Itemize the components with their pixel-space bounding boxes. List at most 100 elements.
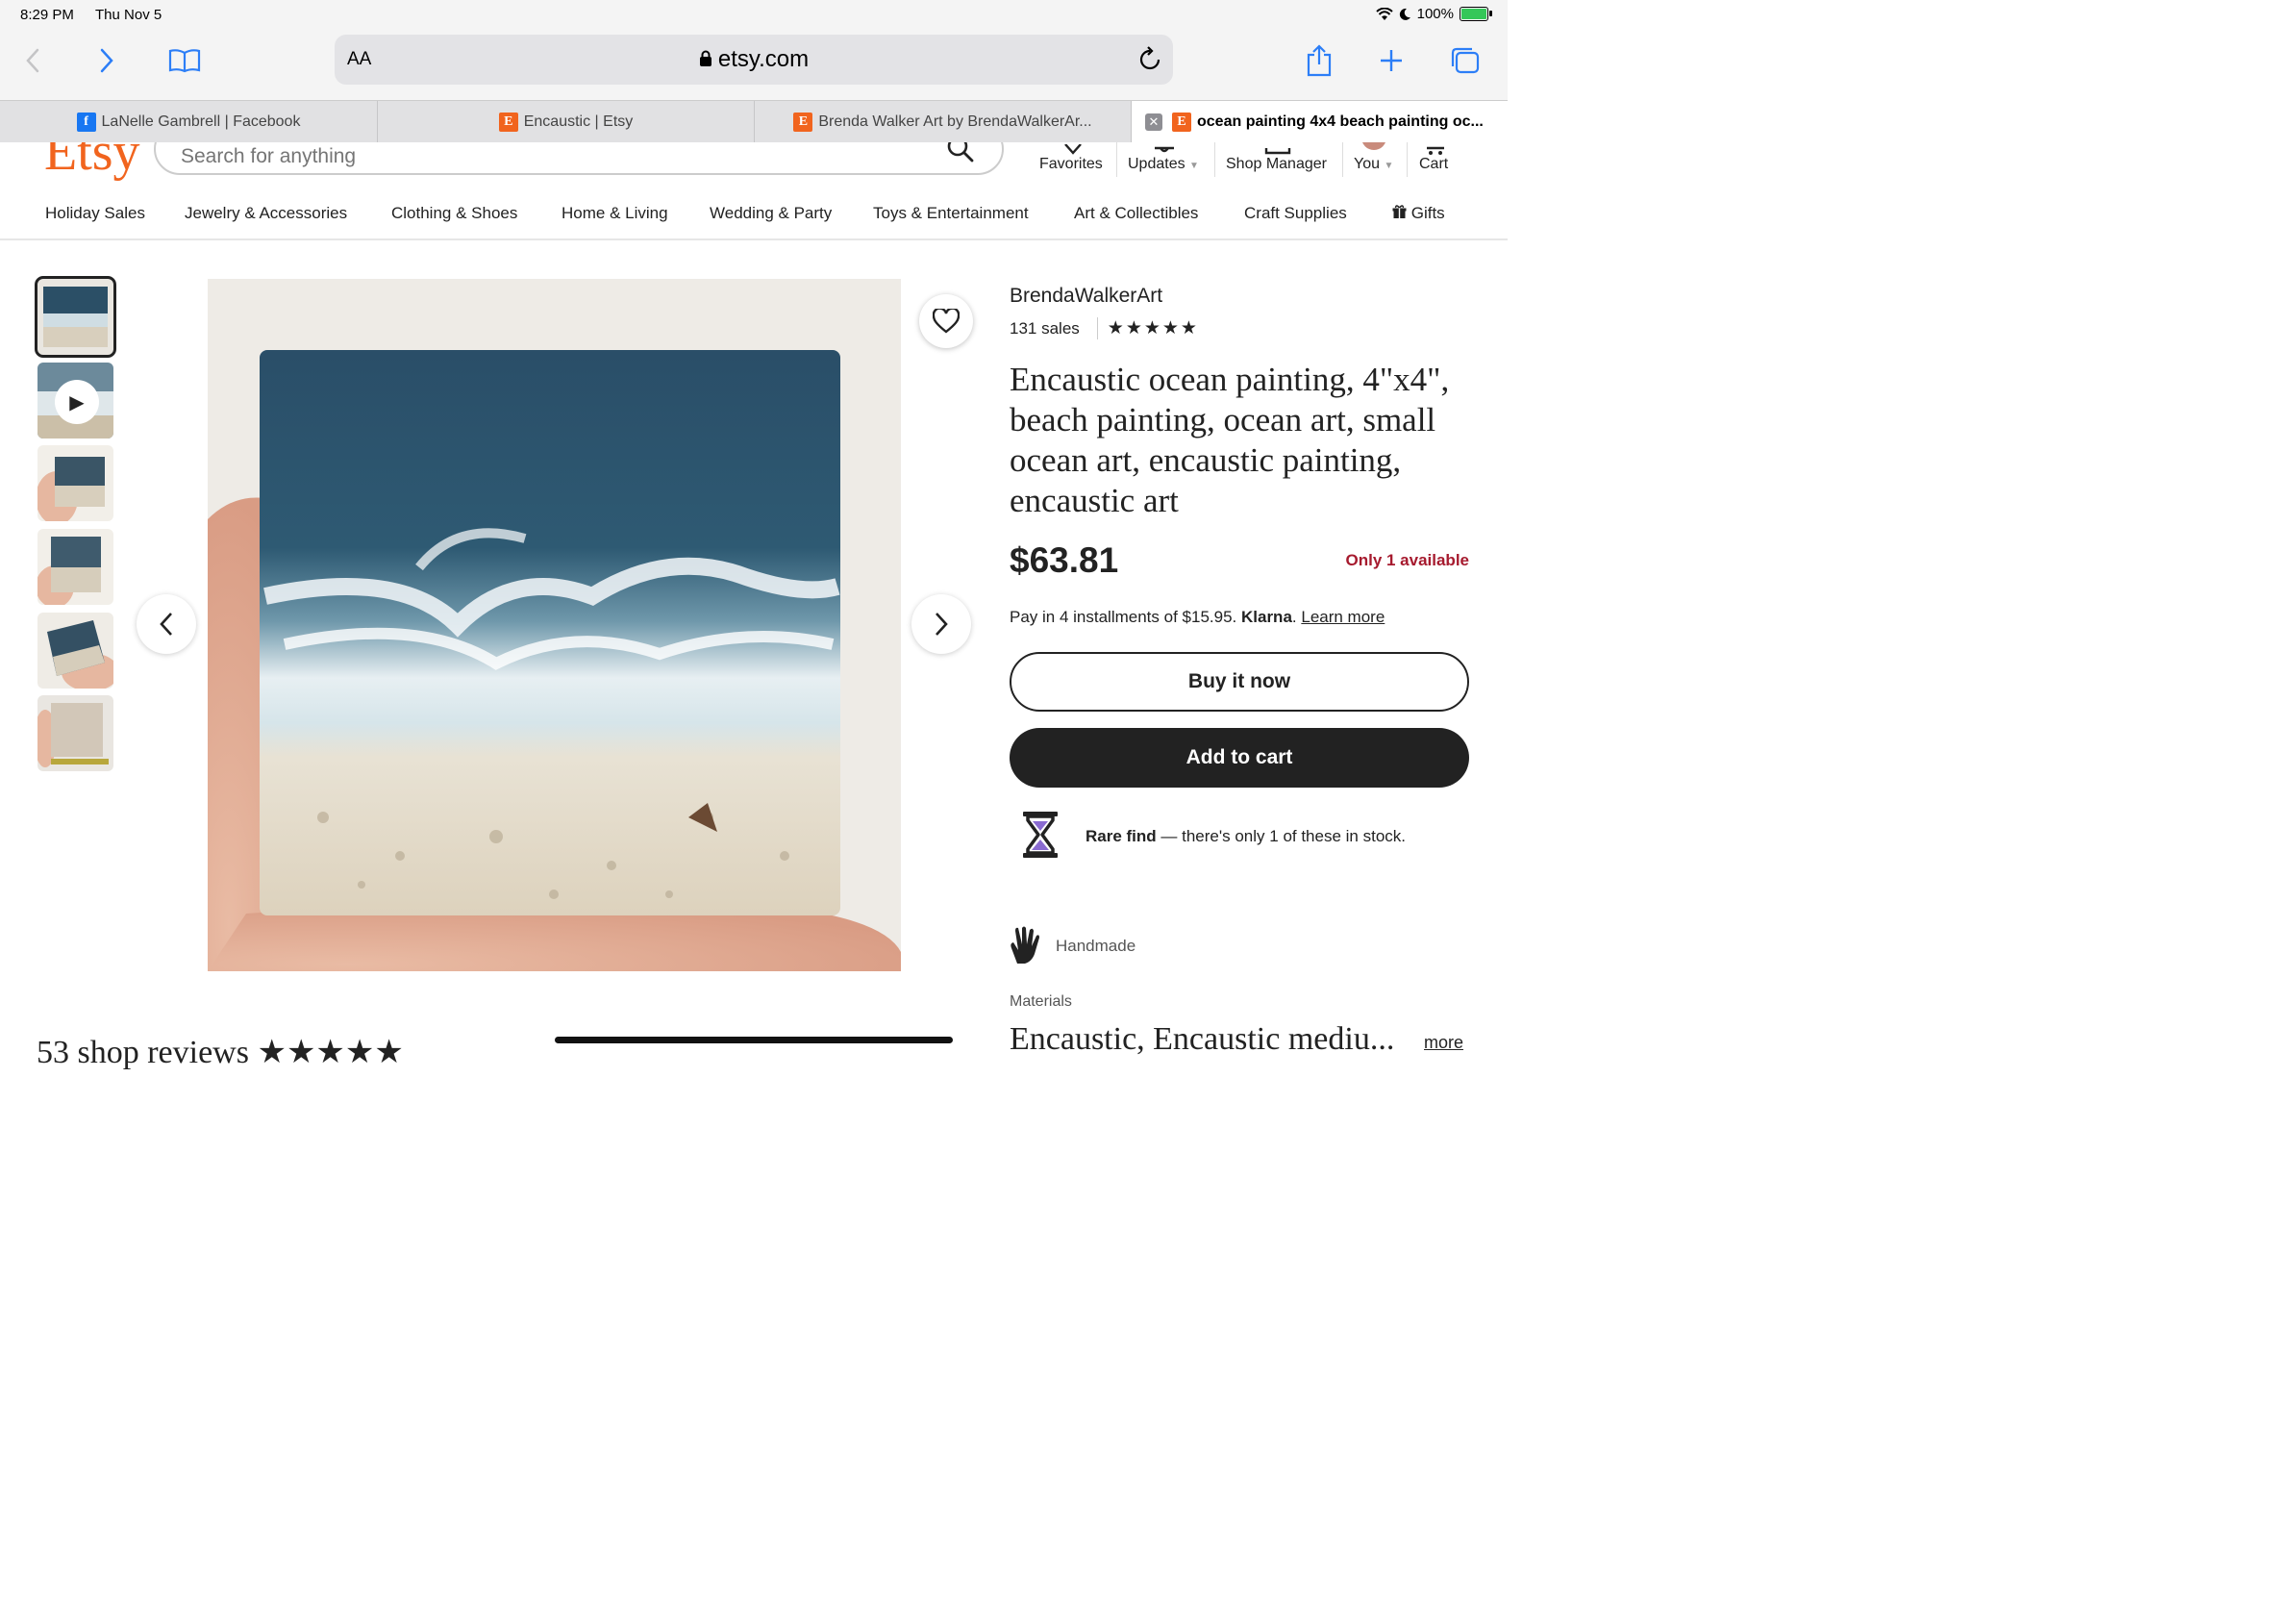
- share-button[interactable]: [1298, 42, 1340, 79]
- rare-find-text: — there's only 1 of these in stock.: [1156, 827, 1407, 845]
- share-icon: [1307, 44, 1332, 77]
- chevron-right-icon: [936, 613, 948, 636]
- reload-button[interactable]: [1138, 46, 1161, 77]
- battery-icon: [1460, 7, 1492, 21]
- home-indicator[interactable]: [555, 1037, 953, 1043]
- category-art-collectibles[interactable]: Art & Collectibles: [1074, 204, 1198, 223]
- product-main-image[interactable]: [208, 279, 901, 971]
- shop-icon: [1264, 148, 1291, 155]
- etsy-logo[interactable]: Etsy: [44, 142, 140, 183]
- cart-label: Cart: [1419, 156, 1449, 172]
- add-to-cart-button[interactable]: Add to cart: [1010, 728, 1469, 788]
- new-tab-button[interactable]: [1370, 42, 1412, 79]
- tabs-icon: [1451, 47, 1480, 74]
- cart-link[interactable]: Cart: [1419, 146, 1449, 173]
- you-menu[interactable]: You ▼: [1354, 142, 1394, 173]
- thumbnail-4[interactable]: [37, 529, 113, 605]
- rare-find-notice: Rare find — there's only 1 of these in s…: [1086, 827, 1406, 846]
- tab-facebook[interactable]: f LaNelle Gambrell | Facebook: [0, 101, 378, 142]
- status-time: 8:29 PM: [20, 7, 74, 23]
- thumbnail-6[interactable]: [37, 695, 113, 771]
- previous-image-button[interactable]: [137, 594, 196, 654]
- cart-icon: [1427, 146, 1444, 155]
- you-label: You: [1354, 156, 1380, 172]
- thumbnail-1[interactable]: [35, 276, 116, 358]
- category-home-living[interactable]: Home & Living: [562, 204, 668, 223]
- wifi-icon: [1375, 7, 1393, 20]
- plus-icon: [1381, 50, 1402, 71]
- installments-info: Pay in 4 installments of $15.95. Klarna.…: [1010, 608, 1385, 626]
- shop-reviews-heading: 53 shop reviews ★★★★★: [37, 1035, 404, 1070]
- materials-label: Materials: [1010, 993, 1072, 1010]
- search-button[interactable]: [946, 142, 975, 168]
- favorite-button[interactable]: [919, 294, 973, 348]
- nav-divider: [1407, 142, 1408, 177]
- chevron-left-icon: [26, 48, 39, 73]
- category-toys-entertainment[interactable]: Toys & Entertainment: [873, 204, 1029, 223]
- status-right: 100%: [1375, 6, 1492, 22]
- search-icon: [947, 142, 974, 163]
- next-image-button[interactable]: [911, 594, 971, 654]
- status-date: Thu Nov 5: [95, 7, 162, 23]
- browser-toolbar: AA etsy.com: [0, 29, 1508, 100]
- rating-stars[interactable]: ★★★★★: [1096, 317, 1199, 339]
- shop-manager-link[interactable]: Shop Manager: [1226, 148, 1327, 173]
- hand-icon: [1011, 926, 1039, 964]
- forward-button[interactable]: [86, 42, 128, 79]
- thumbnail-5[interactable]: [37, 613, 113, 689]
- buy-it-now-button[interactable]: Buy it now: [1010, 652, 1469, 712]
- rare-find-label: Rare find: [1086, 827, 1157, 845]
- tab-brenda-walker-art[interactable]: E Brenda Walker Art by BrendaWalkerAr...: [755, 101, 1132, 142]
- category-jewelry-accessories[interactable]: Jewelry & Accessories: [185, 204, 347, 223]
- bell-icon: [1155, 146, 1174, 153]
- avatar: [1361, 142, 1386, 150]
- play-icon: ▶: [55, 380, 99, 424]
- gifts-label: Gifts: [1410, 204, 1445, 222]
- hourglass-icon: [1023, 812, 1058, 858]
- category-wedding-party[interactable]: Wedding & Party: [710, 204, 832, 223]
- search-input[interactable]: [179, 144, 913, 169]
- availability-text: Only 1 available: [1345, 551, 1469, 569]
- installments-text: Pay in 4 installments of $15.95.: [1010, 608, 1237, 626]
- category-craft-supplies[interactable]: Craft Supplies: [1244, 204, 1347, 223]
- favorites-link[interactable]: Favorites: [1039, 144, 1103, 173]
- favorites-label: Favorites: [1039, 156, 1103, 172]
- caret-down-icon: ▼: [1189, 161, 1199, 171]
- address-bar[interactable]: AA etsy.com: [335, 35, 1173, 85]
- category-clothing-shoes[interactable]: Clothing & Shoes: [391, 204, 517, 223]
- bookmarks-button[interactable]: [163, 42, 206, 79]
- thumbnail-video[interactable]: ▶: [37, 363, 113, 439]
- tab-title: ocean painting 4x4 beach painting oc...: [1197, 113, 1484, 130]
- learn-more-link[interactable]: Learn more: [1301, 608, 1385, 626]
- etsy-favicon-icon: E: [793, 112, 813, 132]
- url-display[interactable]: etsy.com: [335, 46, 1173, 73]
- status-bar: 8:29 PM Thu Nov 5 100%: [0, 0, 1508, 29]
- caret-down-icon: ▼: [1384, 161, 1394, 171]
- gift-icon: [1392, 205, 1407, 218]
- back-button[interactable]: [12, 42, 54, 79]
- updates-label: Updates: [1128, 156, 1185, 172]
- heart-icon: [933, 309, 960, 334]
- thumbnail-3[interactable]: [37, 445, 113, 521]
- listing-price: $63.81: [1010, 540, 1119, 580]
- materials-more-link[interactable]: more: [1424, 1033, 1463, 1053]
- reload-icon: [1139, 46, 1160, 70]
- etsy-favicon-icon: E: [498, 112, 518, 132]
- handmade-label: Handmade: [1056, 937, 1136, 955]
- updates-link[interactable]: Updates ▼: [1128, 146, 1199, 173]
- category-gifts[interactable]: Gifts: [1392, 204, 1445, 223]
- chevron-left-icon: [160, 613, 172, 636]
- chevron-right-icon: [100, 48, 113, 73]
- tab-overview-button[interactable]: [1444, 42, 1486, 79]
- search-bar[interactable]: [154, 142, 1004, 175]
- shop-name-link[interactable]: BrendaWalkerArt: [1010, 285, 1162, 308]
- tab-ocean-painting[interactable]: ✕ E ocean painting 4x4 beach painting oc…: [1132, 101, 1508, 142]
- shop-manager-label: Shop Manager: [1226, 156, 1327, 172]
- sales-count: 131 sales: [1010, 318, 1080, 338]
- listing-title: Encaustic ocean painting, 4"x4", beach p…: [1010, 361, 1450, 519]
- category-holiday-sales[interactable]: Holiday Sales: [45, 204, 145, 223]
- close-tab-icon[interactable]: ✕: [1145, 113, 1162, 131]
- etsy-favicon-icon: E: [1172, 112, 1191, 132]
- url-text: etsy.com: [717, 46, 810, 72]
- tab-encaustic-etsy[interactable]: E Encaustic | Etsy: [378, 101, 755, 142]
